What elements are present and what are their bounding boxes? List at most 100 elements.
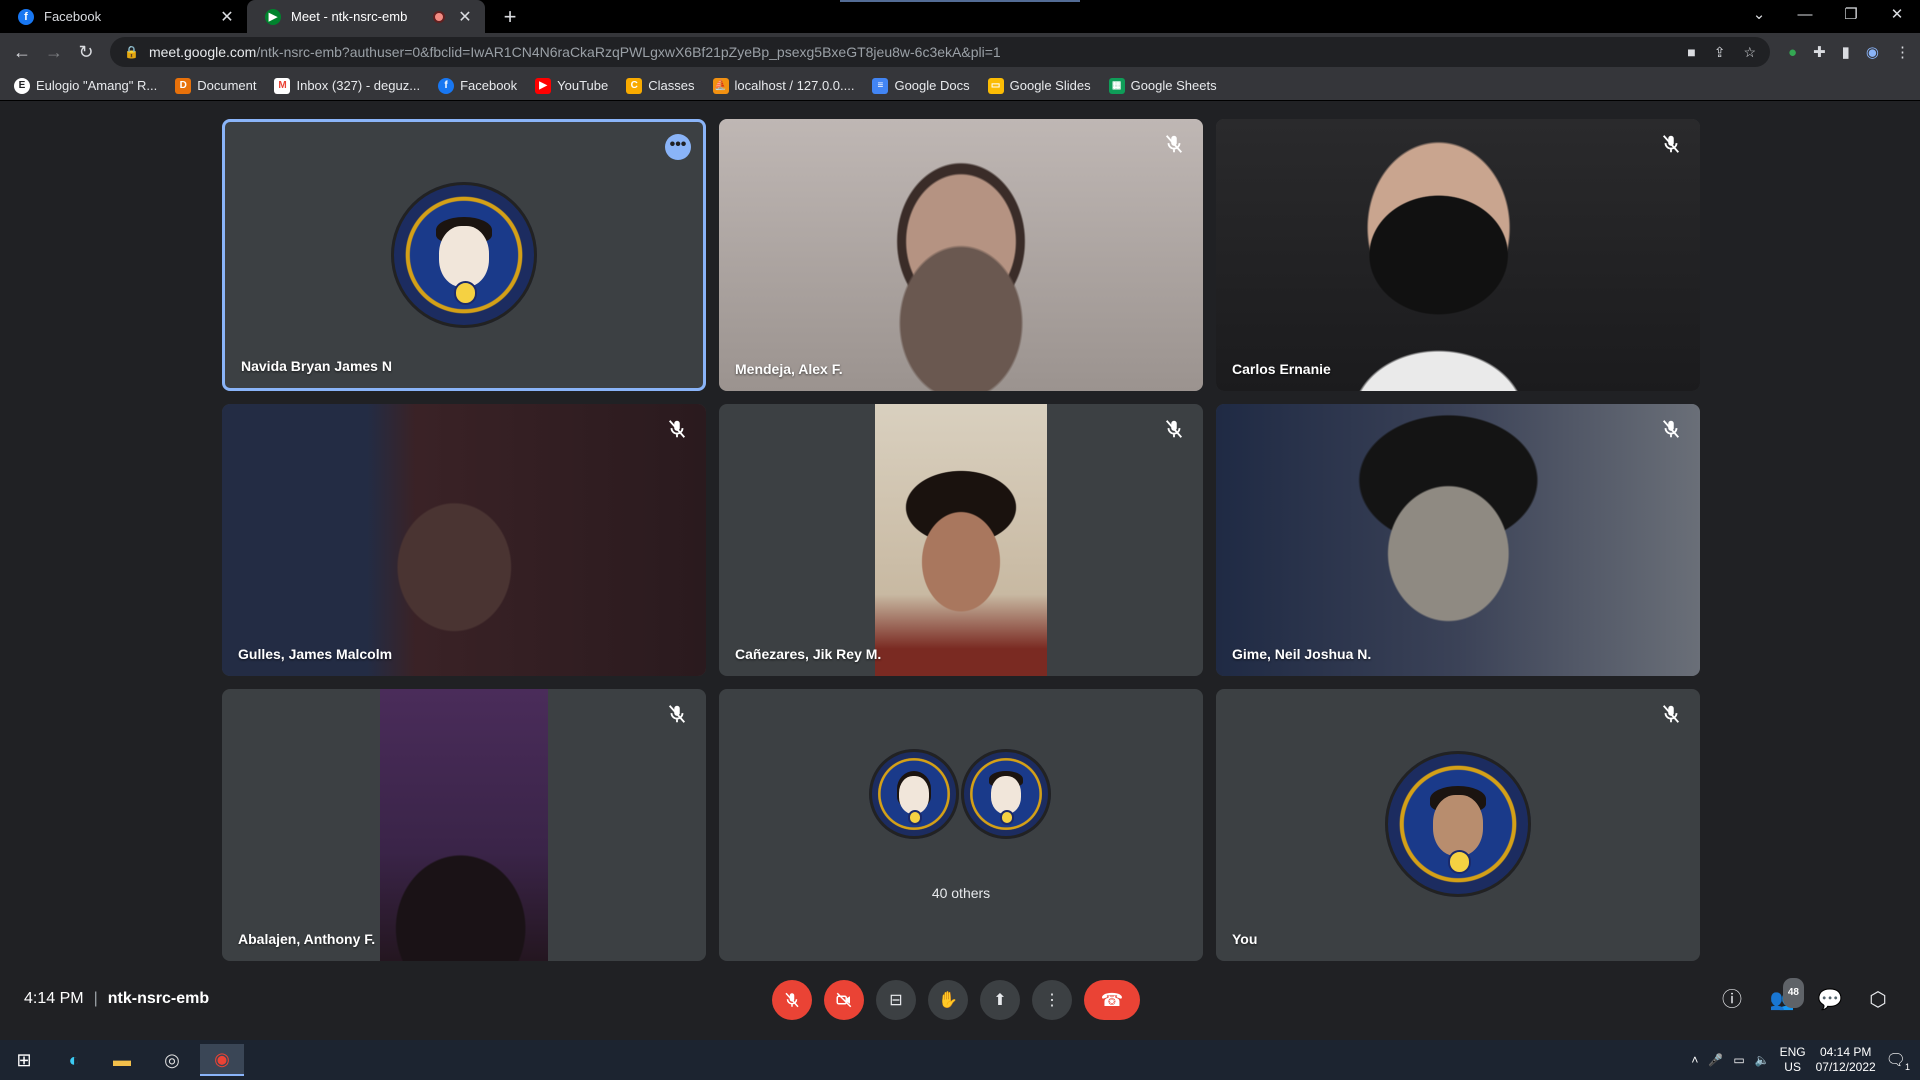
participant-tile-canezares[interactable]: Cañezares, Jik Rey M. — [719, 404, 1203, 676]
participant-tile-mendeja[interactable]: Mendeja, Alex F. — [719, 119, 1203, 391]
back-button[interactable]: ← — [8, 38, 36, 66]
url-host: meet.google.com — [148, 44, 257, 60]
meet-icon: ▶ — [265, 8, 281, 25]
activities-button[interactable]: ⬡ — [1864, 986, 1892, 1014]
bookmark-item[interactable]: ≡ Google Docs — [872, 77, 970, 94]
participant-name: Abalajen, Anthony F. — [238, 931, 376, 947]
hang-up-icon: ☎ — [1100, 989, 1124, 1010]
close-window-button[interactable]: ✕ — [1874, 0, 1920, 33]
mic-toggle-button[interactable] — [772, 980, 812, 1020]
bookmark-item[interactable]: E Eulogio "Amang" R... — [14, 77, 157, 94]
bookmark-star-icon[interactable]: ☆ — [1743, 44, 1756, 61]
participant-name: Gime, Neil Joshua N. — [1232, 646, 1372, 662]
camera-in-use-icon[interactable]: ■ — [1687, 44, 1695, 60]
participant-tile-carlos[interactable]: Carlos Ernanie — [1216, 119, 1700, 391]
participant-avatar — [1385, 751, 1531, 897]
school-seal-icon — [1447, 850, 1472, 874]
region-code: US — [1784, 1060, 1801, 1074]
chrome-icon[interactable]: ◉ — [200, 1044, 244, 1076]
browser-toolbar: ← → ↻ 🔒 meet.google.com/ntk-nsrc-emb?aut… — [0, 33, 1920, 71]
close-tab-icon[interactable]: ✕ — [219, 7, 235, 27]
more-options-button[interactable]: ••• — [665, 134, 691, 160]
participant-name: Gulles, James Malcolm — [238, 646, 393, 662]
side-panel-icon[interactable]: ▮ — [1842, 43, 1850, 61]
reload-button[interactable]: ↻ — [72, 38, 100, 66]
participant-tile-you[interactable]: You — [1216, 689, 1700, 961]
edge-icon[interactable]: ◐ — [52, 1044, 96, 1076]
show-hidden-icons-icon[interactable]: ˄ — [1691, 1053, 1698, 1067]
url-path: /ntk-nsrc-emb?authuser=0&fbclid=IwAR1CN4… — [256, 44, 1001, 60]
browser-menu-icon[interactable]: ⋮ — [1895, 43, 1910, 61]
tab-facebook[interactable]: f Facebook ✕ — [0, 0, 247, 33]
network-icon[interactable]: ▭ — [1733, 1053, 1744, 1067]
bookmark-item[interactable]: f Facebook — [438, 77, 517, 94]
classroom-icon: C — [626, 77, 643, 94]
bookmark-item[interactable]: M Inbox (327) - deguz... — [274, 77, 420, 94]
youtube-icon: ▶ — [535, 77, 552, 94]
extension-icon[interactable]: ● — [1788, 44, 1797, 61]
tab-strip-highlight — [840, 0, 1080, 2]
captions-button[interactable]: ⊟ — [876, 980, 916, 1020]
bookmark-item[interactable]: ▭ Google Slides — [987, 77, 1091, 94]
bookmark-item[interactable]: ▶ YouTube — [535, 77, 608, 94]
camera-off-icon — [836, 992, 852, 1008]
restore-button[interactable]: ❐ — [1828, 0, 1874, 33]
participant-tile-navida[interactable]: ••• Navida Bryan James N — [222, 119, 706, 391]
address-bar[interactable]: 🔒 meet.google.com/ntk-nsrc-emb?authuser=… — [110, 37, 1770, 67]
clock-time: 04:14 PM — [1819, 1045, 1872, 1059]
participant-tile-gime[interactable]: Gime, Neil Joshua N. — [1216, 404, 1700, 676]
bookmark-item[interactable]: ⛵ localhost / 127.0.0.... — [712, 77, 855, 94]
mic-off-icon — [785, 992, 799, 1008]
participant-tile-abalajen[interactable]: Abalajen, Anthony F. — [222, 689, 706, 961]
mic-off-icon — [1165, 135, 1183, 153]
lock-icon[interactable]: 🔒 — [124, 45, 139, 59]
notifications-icon[interactable]: 🗨 1 — [1886, 1050, 1910, 1072]
new-tab-button[interactable]: + — [498, 4, 522, 30]
forward-button[interactable]: → — [40, 38, 68, 66]
participant-name: Navida Bryan James N — [241, 358, 392, 374]
volume-icon[interactable]: 🔈 — [1755, 1053, 1770, 1067]
bookmark-item[interactable]: D Document — [175, 77, 256, 94]
bookmark-label: localhost / 127.0.0.... — [734, 78, 855, 93]
tab-title: Facebook — [44, 9, 102, 24]
meeting-time: 4:14 PM — [24, 990, 84, 1007]
bookmarks-bar: E Eulogio "Amang" R... D Document M Inbox (… — [0, 71, 1920, 101]
chat-button[interactable]: 💬 — [1816, 986, 1844, 1014]
activities-icon: ⬡ — [1869, 989, 1887, 1011]
language-indicator[interactable]: ENG US — [1780, 1045, 1806, 1075]
profile-avatar[interactable]: ◉ — [1866, 43, 1879, 61]
leave-call-button[interactable]: ☎ — [1084, 980, 1140, 1020]
camera-toggle-button[interactable] — [824, 980, 864, 1020]
bookmark-label: Google Docs — [894, 78, 970, 93]
participant-tile-gulles[interactable]: Gulles, James Malcolm — [222, 404, 706, 676]
bookmark-label: Google Sheets — [1130, 78, 1217, 93]
bookmark-item[interactable]: ▦ Google Sheets — [1108, 77, 1217, 94]
file-explorer-icon[interactable]: ▬ — [100, 1044, 144, 1076]
microphone-icon[interactable]: 🎤 — [1708, 1053, 1723, 1067]
meeting-details-button[interactable]: ⓘ — [1718, 986, 1746, 1014]
meeting-controls-bar: 4:14 PM | ntk-nsrc-emb ⊟ ✋ ⬆ ⋮ ☎ ⓘ 👥 48 💬 … — [0, 972, 1920, 1028]
raise-hand-button[interactable]: ✋ — [928, 980, 968, 1020]
windows-start-icon[interactable]: ⊞ — [2, 1044, 46, 1076]
people-button[interactable]: 👥 48 — [1768, 978, 1804, 1014]
video-feed — [1216, 119, 1700, 391]
participant-avatar — [961, 749, 1051, 839]
tab-search-icon[interactable]: ⌄ — [1736, 0, 1782, 33]
minimize-button[interactable]: — — [1782, 0, 1828, 33]
system-tray: ˄ 🎤 ▭ 🔈 ENG US 04:14 PM 07/12/2022 🗨 1 — [1691, 1040, 1920, 1080]
bookmark-item[interactable]: C Classes — [626, 77, 695, 94]
share-icon[interactable]: ⇪ — [1714, 44, 1726, 61]
facebook-icon: f — [18, 8, 34, 25]
close-tab-icon[interactable]: ✕ — [457, 7, 473, 27]
present-screen-button[interactable]: ⬆ — [980, 980, 1020, 1020]
recording-indicator-icon — [433, 10, 445, 23]
tab-meet[interactable]: ▶ Meet - ntk-nsrc-emb ✕ — [247, 0, 485, 33]
clock[interactable]: 04:14 PM 07/12/2022 — [1816, 1045, 1876, 1075]
extensions-puzzle-icon[interactable]: ✚ — [1813, 43, 1826, 61]
participant-tile-others[interactable]: 40 others — [719, 689, 1203, 961]
more-options-button[interactable]: ⋮ — [1032, 980, 1072, 1020]
video-feed — [875, 404, 1047, 676]
separator: | — [93, 990, 98, 1007]
bookmark-label: Google Slides — [1009, 78, 1091, 93]
media-player-icon[interactable]: ◎ — [150, 1044, 194, 1076]
